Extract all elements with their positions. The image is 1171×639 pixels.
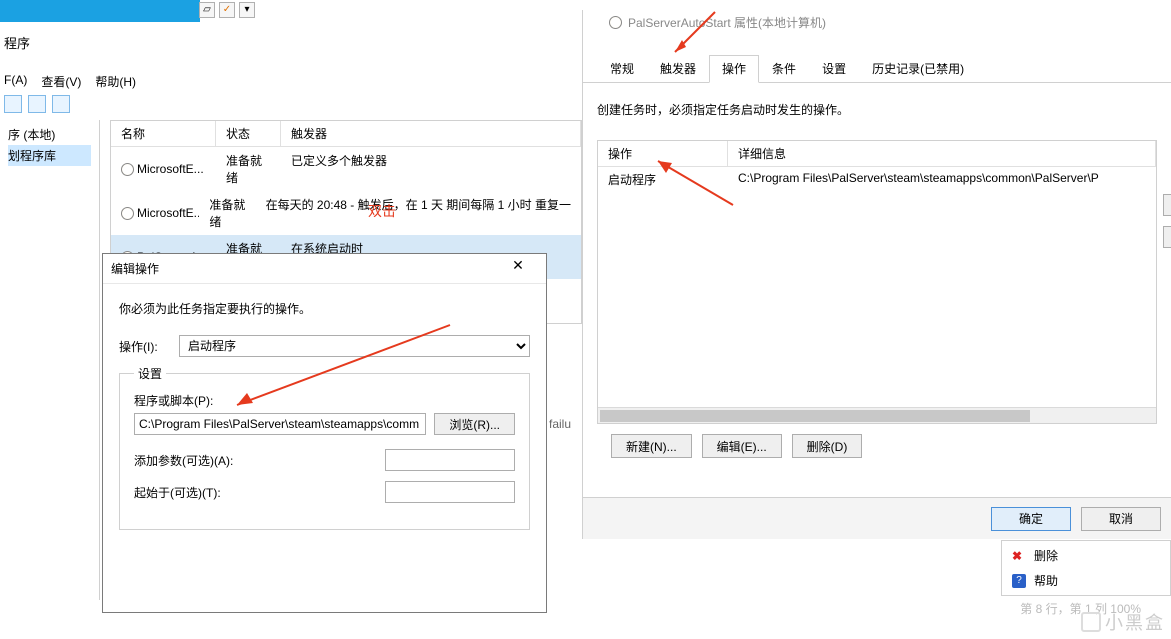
actions-pane: ✖ 删除 ? 帮助 — [1001, 540, 1171, 596]
tab-general[interactable]: 常规 — [597, 55, 647, 82]
startin-input[interactable] — [385, 481, 515, 503]
tree-node-local[interactable]: 序 (本地) — [8, 124, 91, 145]
dialog-titlebar: 编辑操作 ✕ — [103, 254, 546, 284]
tab-triggers[interactable]: 触发器 — [647, 55, 709, 82]
program-tab-label: 程序 — [4, 33, 30, 52]
edit-button[interactable]: 编辑(E)... — [702, 434, 782, 458]
props-tabs: 常规 触发器 操作 条件 设置 历史记录(已禁用) — [583, 35, 1171, 83]
task-status: 准备就绪 — [216, 150, 281, 188]
edit-action-dialog: 编辑操作 ✕ 你必须为此任务指定要执行的操作。 操作(I): 启动程序 设置 程… — [102, 253, 547, 613]
move-down-button[interactable]: ▼ — [1163, 226, 1171, 248]
args-label: 添加参数(可选)(A): — [134, 452, 233, 469]
task-name: MicrosoftE... — [137, 206, 199, 220]
col-trigger-header[interactable]: 触发器 — [281, 121, 581, 146]
props-title-text: PalServerAutoStart 属性(本地计算机) — [628, 14, 826, 31]
ok-button[interactable]: 确定 — [991, 507, 1071, 531]
args-input[interactable] — [385, 449, 515, 471]
tab-actions[interactable]: 操作 — [709, 55, 759, 83]
action-select[interactable]: 启动程序 — [179, 335, 530, 357]
toolbar-icon-2[interactable]: ✓ — [219, 2, 235, 18]
delete-icon: ✖ — [1012, 549, 1026, 563]
settings-fieldset: 设置 程序或脚本(P): 浏览(R)... 添加参数(可选)(A): 起始于(可… — [119, 365, 530, 530]
tree-node-library[interactable]: 划程序库 — [8, 145, 91, 166]
new-button[interactable]: 新建(N)... — [611, 434, 692, 458]
scrollbar-thumb[interactable] — [600, 410, 1030, 422]
tab-settings[interactable]: 设置 — [809, 55, 859, 82]
watermark-logo-icon — [1081, 612, 1101, 632]
background-text: failu — [549, 417, 571, 431]
menu-help[interactable]: ? 帮助 — [1004, 568, 1168, 593]
actions-table-row[interactable]: 启动程序 C:\Program Files\PalServer\steam\st… — [598, 167, 1156, 192]
toolbar-dropdown-icon[interactable]: ▾ — [239, 2, 255, 18]
help-icon: ? — [1012, 574, 1026, 588]
dialog-title: 编辑操作 — [111, 260, 159, 277]
window-title-bar — [0, 0, 200, 22]
nav-refresh-icon[interactable] — [52, 95, 70, 113]
close-button[interactable]: ✕ — [498, 257, 538, 281]
toolbar-icon-1[interactable]: ▱ — [199, 2, 215, 18]
actions-table: 操作 详细信息 启动程序 C:\Program Files\PalServer\… — [597, 140, 1157, 424]
col-name-header[interactable]: 名称 — [111, 121, 216, 146]
watermark: 小黑盒 — [1081, 609, 1165, 635]
settings-legend: 设置 — [134, 365, 166, 382]
action-type-cell: 启动程序 — [598, 167, 728, 192]
actions-col-details[interactable]: 详细信息 — [728, 141, 1156, 166]
actions-col-action[interactable]: 操作 — [598, 141, 728, 166]
props-instruction: 创建任务时，必须指定任务启动时发生的操作。 — [597, 101, 1157, 118]
program-label: 程序或脚本(P): — [134, 392, 515, 409]
action-detail-cell: C:\Program Files\PalServer\steam\steamap… — [728, 167, 1156, 192]
col-status-header[interactable]: 状态 — [216, 121, 281, 146]
nav-toolbar — [4, 95, 70, 113]
task-trigger: 在每天的 20:48 - 触发后，在 1 天 期间每隔 1 小时 重复一 — [256, 194, 581, 232]
props-titlebar: PalServerAutoStart 属性(本地计算机) — [583, 10, 1171, 35]
horizontal-scrollbar[interactable] — [598, 407, 1156, 423]
delete-button[interactable]: 删除(D) — [792, 434, 863, 458]
task-row[interactable]: MicrosoftE... 准备就绪 在每天的 20:48 - 触发后，在 1 … — [111, 191, 581, 235]
menu-delete[interactable]: ✖ 删除 — [1004, 543, 1168, 568]
clock-icon — [121, 207, 134, 220]
move-up-button[interactable]: ▲ — [1163, 194, 1171, 216]
menu-help[interactable]: 帮助(H) — [95, 73, 136, 90]
action-buttons-row: 新建(N)... 编辑(E)... 删除(D) — [597, 424, 1157, 468]
program-path-input[interactable] — [134, 413, 426, 435]
menu-delete-label: 删除 — [1034, 547, 1058, 564]
menu-view[interactable]: 查看(V) — [41, 73, 81, 90]
nav-back-icon[interactable] — [4, 95, 22, 113]
tree-panel: 序 (本地) 划程序库 — [0, 120, 100, 600]
task-trigger: 已定义多个触发器 — [281, 150, 581, 188]
task-list-header: 名称 状态 触发器 — [111, 121, 581, 147]
watermark-text: 小黑盒 — [1105, 609, 1165, 635]
clock-icon — [121, 163, 134, 176]
annotation-double-click: 双击 — [368, 201, 396, 221]
menubar: F(A) 查看(V) 帮助(H) — [0, 73, 136, 90]
task-properties-dialog: PalServerAutoStart 属性(本地计算机) 常规 触发器 操作 条… — [582, 10, 1171, 539]
tab-conditions[interactable]: 条件 — [759, 55, 809, 82]
dialog-buttons: 确定 取消 — [583, 497, 1171, 539]
browse-button[interactable]: 浏览(R)... — [434, 413, 515, 435]
menu-file[interactable]: F(A) — [4, 73, 27, 90]
task-row[interactable]: MicrosoftE... 准备就绪 已定义多个触发器 — [111, 147, 581, 191]
reorder-buttons: ▲ ▼ — [1163, 194, 1171, 248]
action-label: 操作(I): — [119, 338, 179, 355]
tab-history[interactable]: 历史记录(已禁用) — [859, 55, 977, 82]
cancel-button[interactable]: 取消 — [1081, 507, 1161, 531]
task-status: 准备就绪 — [199, 194, 255, 232]
dialog-instruction: 你必须为此任务指定要执行的操作。 — [119, 300, 530, 317]
nav-fwd-icon[interactable] — [28, 95, 46, 113]
startin-label: 起始于(可选)(T): — [134, 484, 221, 501]
clock-icon — [609, 16, 622, 29]
toolbar-icons: ▱ ✓ ▾ — [199, 2, 255, 18]
menu-help-label: 帮助 — [1034, 572, 1058, 589]
task-name: MicrosoftE... — [137, 162, 204, 176]
